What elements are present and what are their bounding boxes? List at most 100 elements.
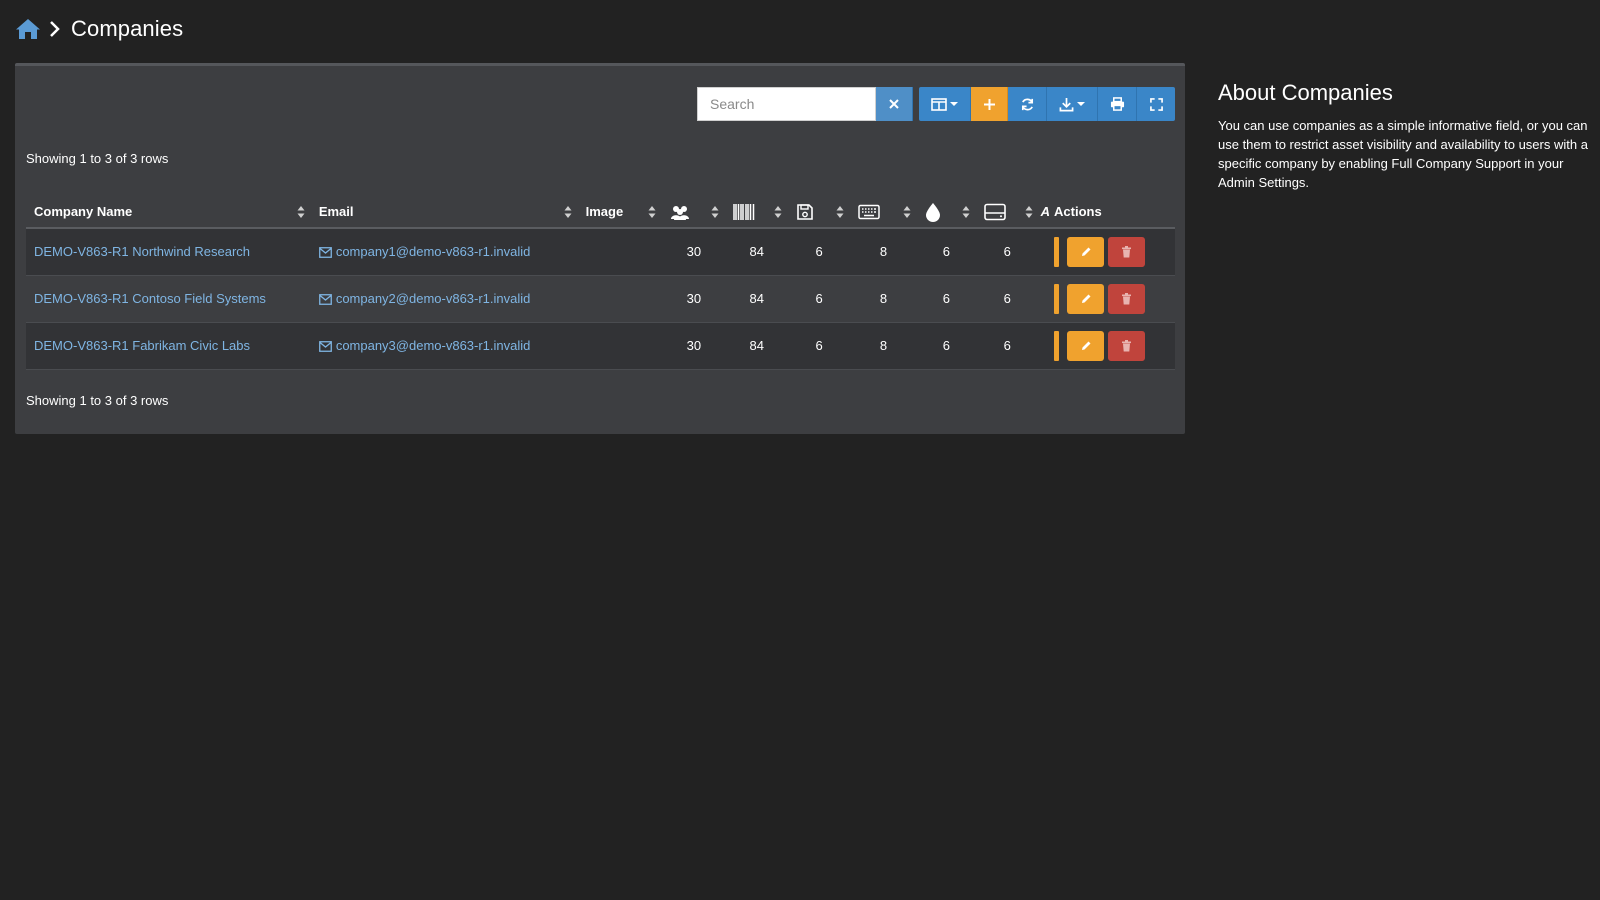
email-text: company3@demo-v863-r1.invalid	[335, 338, 531, 353]
sort-icon	[711, 205, 719, 218]
search-input[interactable]	[697, 87, 876, 121]
company-name-link[interactable]: DEMO-V863-R1 Contoso Field Systems	[34, 291, 266, 306]
company-email-link[interactable]: company1@demo-v863-r1.invalid	[318, 244, 531, 260]
trash-icon	[1122, 339, 1132, 351]
column-header-licenses[interactable]	[788, 196, 851, 229]
sort-icon	[648, 205, 656, 218]
table-row: DEMO-V863-R1 Fabrikam Civic Labs company…	[26, 322, 1175, 370]
column-header-company-name[interactable]: Company Name	[26, 196, 311, 229]
trash-icon	[1122, 292, 1132, 304]
edit-button[interactable]	[1067, 330, 1105, 361]
delete-button[interactable]	[1108, 330, 1146, 361]
about-section: About Companies You can use companies as…	[1218, 80, 1588, 192]
pagination-summary-bottom: Showing 1 to 3 of 3 rows	[26, 393, 169, 408]
column-header-email[interactable]: Email	[310, 196, 578, 229]
sort-icon	[1025, 205, 1033, 218]
pagination-summary-top: Showing 1 to 3 of 3 rows	[26, 151, 169, 166]
email-text: company1@demo-v863-r1.invalid	[335, 244, 531, 260]
assets-count: 84	[725, 275, 789, 323]
sort-icon	[903, 205, 911, 218]
column-header-actions: Actions	[1052, 196, 1175, 229]
table-row: DEMO-V863-R1 Northwind Research company1…	[26, 228, 1175, 276]
column-label: A	[1040, 204, 1051, 219]
about-title: About Companies	[1218, 80, 1393, 105]
fullscreen-button[interactable]	[1137, 87, 1175, 121]
users-count: 30	[662, 322, 726, 370]
barcode-icon	[733, 196, 780, 227]
column-header-truncated[interactable]: A	[1038, 196, 1053, 229]
status-indicator	[1054, 236, 1060, 267]
sort-icon	[297, 205, 305, 218]
components-count: 6	[975, 228, 1039, 276]
column-header-image[interactable]: Image	[577, 196, 663, 229]
column-label: Actions	[1054, 204, 1102, 219]
status-indicator	[1054, 283, 1060, 314]
sort-icon	[774, 205, 782, 218]
refresh-button[interactable]	[1008, 87, 1047, 121]
column-label: Email	[318, 204, 354, 219]
column-header-components[interactable]	[975, 196, 1039, 229]
columns-icon	[931, 97, 947, 111]
accessories-count: 8	[850, 322, 917, 370]
download-icon	[1059, 97, 1074, 111]
email-text: company2@demo-v863-r1.invalid	[335, 291, 531, 306]
chevron-down-icon	[950, 102, 958, 106]
assets-count: 84	[725, 322, 789, 370]
breadcrumb: Companies	[15, 16, 183, 42]
print-button[interactable]	[1098, 87, 1137, 121]
clear-search-button[interactable]	[876, 87, 913, 121]
licenses-count: 6	[788, 275, 851, 323]
users-count: 30	[662, 228, 726, 276]
consumables-count: 6	[916, 275, 976, 323]
keyboard-icon	[858, 196, 909, 227]
trash-icon	[1122, 245, 1132, 258]
delete-button[interactable]	[1108, 283, 1146, 314]
expand-icon	[1149, 97, 1163, 111]
components-count: 6	[975, 322, 1039, 370]
consumables-count: 6	[916, 322, 976, 370]
companies-panel: Showing 1 to 3 of 3 rows Company Name Em…	[15, 63, 1185, 434]
delete-button[interactable]	[1108, 236, 1146, 267]
licenses-count: 6	[788, 322, 851, 370]
column-header-consumables[interactable]	[916, 196, 976, 229]
company-email-link[interactable]: company2@demo-v863-r1.invalid	[318, 291, 531, 306]
chevron-down-icon	[1077, 102, 1085, 106]
assets-count: 84	[725, 228, 789, 276]
pencil-icon	[1081, 247, 1091, 256]
export-button[interactable]	[1047, 87, 1098, 121]
users-icon	[670, 196, 717, 227]
sort-icon	[564, 205, 572, 218]
company-name-link[interactable]: DEMO-V863-R1 Fabrikam Civic Labs	[34, 338, 250, 353]
column-header-assets[interactable]	[725, 196, 789, 229]
envelope-icon	[318, 247, 332, 259]
table-row: DEMO-V863-R1 Contoso Field Systems compa…	[26, 275, 1175, 323]
home-icon[interactable]	[15, 16, 41, 42]
column-label: Company Name	[34, 204, 133, 219]
printer-icon	[1110, 97, 1124, 111]
page-title: Companies	[71, 16, 184, 41]
sort-icon	[836, 205, 844, 218]
edit-button[interactable]	[1067, 236, 1105, 267]
image-cell	[577, 322, 663, 370]
envelope-icon	[318, 341, 332, 352]
accessories-count: 8	[850, 275, 917, 323]
table-header-row: Company Name Email Image A Actions	[26, 196, 1175, 229]
columns-button[interactable]	[919, 87, 971, 121]
plus-icon	[983, 98, 995, 110]
about-description: You can use companies as a simple inform…	[1218, 118, 1588, 190]
truncated-cell	[1038, 322, 1053, 370]
users-count: 30	[662, 275, 726, 323]
truncated-cell	[1038, 228, 1053, 276]
accessories-count: 8	[850, 228, 917, 276]
company-email-link[interactable]: company3@demo-v863-r1.invalid	[318, 338, 531, 353]
company-name-link[interactable]: DEMO-V863-R1 Northwind Research	[34, 244, 250, 259]
truncated-cell	[1038, 275, 1053, 323]
chevron-right-icon	[49, 19, 63, 39]
components-count: 6	[975, 275, 1039, 323]
edit-button[interactable]	[1067, 283, 1105, 314]
column-header-users[interactable]	[662, 196, 726, 229]
status-indicator	[1054, 330, 1060, 361]
add-company-button[interactable]	[971, 87, 1008, 121]
column-header-accessories[interactable]	[850, 196, 917, 229]
sort-icon	[962, 205, 970, 218]
